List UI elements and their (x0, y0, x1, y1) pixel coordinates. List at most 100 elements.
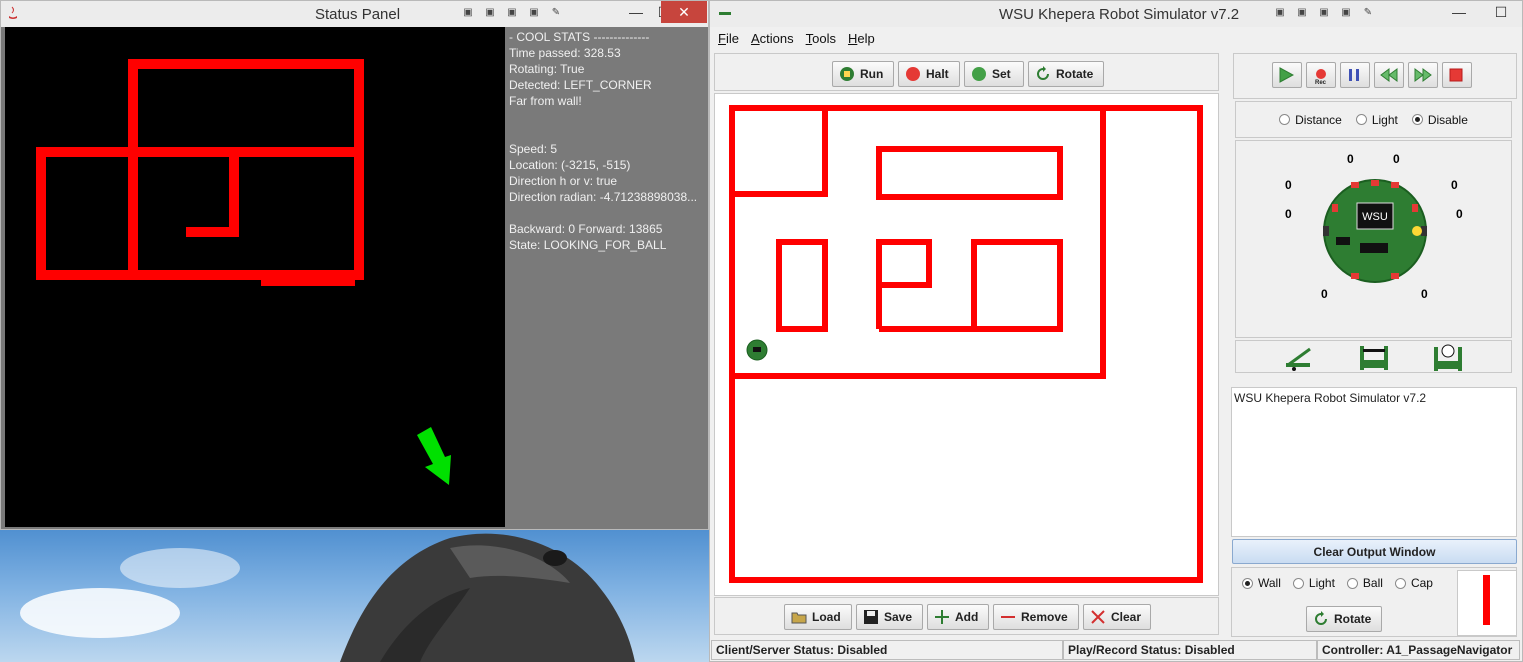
sensor-display-panel: 0 0 0 0 0 0 0 0 WSU (1235, 140, 1512, 338)
minimize-button[interactable]: — (1444, 1, 1474, 23)
stop-button[interactable] (1442, 62, 1472, 88)
play-record-status: Play/Record Status: Disabled (1063, 640, 1317, 660)
radio-wall[interactable]: Wall (1242, 576, 1281, 590)
fast-forward-button[interactable] (1408, 62, 1438, 88)
svg-text:Rec: Rec (1315, 80, 1327, 85)
tile-icon[interactable]: ▣ (1339, 5, 1353, 19)
stats-detected: Detected: LEFT_CORNER (509, 78, 652, 92)
play-icon (1278, 67, 1295, 83)
stats-radian: Direction radian: -4.71238898038... (509, 190, 698, 204)
accessory-panel (1235, 340, 1512, 373)
sensor-reading: 0 (1456, 207, 1463, 221)
rewind-icon (1380, 67, 1398, 83)
sensor-reading: 0 (1451, 178, 1458, 192)
load-label: Load (812, 610, 841, 624)
remove-button[interactable]: Remove (993, 604, 1079, 630)
stats-location: Location: (-3215, -515) (509, 158, 631, 172)
add-button[interactable]: Add (927, 604, 989, 630)
minimize-button[interactable]: — (621, 1, 651, 23)
radio-cap[interactable]: Cap (1394, 576, 1433, 590)
tile-icon[interactable]: ▣ (461, 5, 475, 19)
pause-button[interactable] (1340, 62, 1370, 88)
menu-file[interactable]: File (718, 31, 739, 46)
radio-dot (1346, 577, 1358, 589)
emu-photo (340, 533, 635, 662)
halt-label: Halt (926, 67, 949, 81)
radio-label: Wall (1258, 576, 1281, 590)
tile-icon[interactable]: ▣ (505, 5, 519, 19)
place-rotate-button[interactable]: Rotate (1306, 606, 1382, 632)
add-label: Add (955, 610, 979, 624)
rewind-button[interactable] (1374, 62, 1404, 88)
clear-button[interactable]: Clear (1083, 604, 1151, 630)
tile-icon[interactable]: ▣ (483, 5, 497, 19)
menu-actions[interactable]: Actions (751, 31, 794, 46)
remove-label: Remove (1021, 610, 1068, 624)
save-button[interactable]: Save (856, 604, 923, 630)
output-window[interactable]: WSU Khepera Robot Simulator v7.2 (1231, 387, 1517, 537)
folder-icon (791, 609, 807, 625)
sensor-mode-panel: Distance Light Disable (1235, 101, 1512, 138)
title-tools: ▣ ▣ ▣ ▣ ✎ (1273, 5, 1375, 19)
title-tools: ▣ ▣ ▣ ▣ ✎ (461, 5, 563, 19)
sensor-reading: 0 (1321, 287, 1328, 301)
client-server-status: Client/Server Status: Disabled (711, 640, 1063, 660)
radio-label: Light (1308, 576, 1335, 590)
world-canvas[interactable] (714, 93, 1219, 596)
rotate-label: Rotate (1056, 67, 1094, 81)
clear-output-button[interactable]: Clear Output Window (1232, 539, 1517, 564)
radio-light[interactable]: Light (1355, 112, 1398, 127)
place-mode-group: Wall Light Ball Cap (1242, 576, 1433, 590)
run-label: Run (860, 67, 884, 81)
load-button[interactable]: Load (784, 604, 852, 630)
halt-button[interactable]: Halt (898, 61, 960, 87)
stats-header: - COOL STATS -------------- (509, 30, 650, 44)
maze-walls (729, 105, 1203, 583)
tile-icon[interactable]: ▣ (1273, 5, 1287, 19)
tile-icon[interactable]: ▣ (1317, 5, 1331, 19)
radio-label: Ball (1362, 576, 1383, 590)
menu-help[interactable]: Help (848, 31, 875, 46)
tile-icon[interactable]: ▣ (527, 5, 541, 19)
run-button[interactable]: Run (832, 61, 894, 87)
pause-icon (1346, 67, 1362, 83)
edit-toolbar: Load Save Add Remove Clear (714, 597, 1219, 635)
set-label: Set (992, 67, 1011, 81)
play-button[interactable] (1272, 62, 1302, 88)
rotate-label: Rotate (1334, 612, 1372, 626)
menu-tools[interactable]: Tools (806, 31, 836, 46)
maximize-button[interactable]: ☐ (1486, 1, 1516, 23)
stats-wall: Far from wall! (509, 94, 582, 108)
gripper-icon[interactable] (1357, 344, 1391, 372)
gripper-ball-icon[interactable] (1431, 343, 1465, 372)
rotate-button[interactable]: Rotate (1028, 61, 1104, 87)
radio-dot (1355, 114, 1367, 125)
sensor-reading: 0 (1285, 178, 1292, 192)
stop-icon (1448, 67, 1464, 83)
record-icon: Rec (1312, 67, 1328, 86)
record-button[interactable]: Rec (1306, 62, 1336, 88)
arm-icon[interactable] (1284, 345, 1314, 371)
stats-state: State: LOOKING_FOR_BALL (509, 238, 667, 252)
radio-label: Light (1371, 112, 1398, 127)
pin-icon[interactable]: ✎ (549, 5, 563, 19)
radio-light[interactable]: Light (1292, 576, 1335, 590)
wall-preview-bar (1483, 575, 1490, 625)
sensor-reading: 0 (1347, 152, 1354, 166)
radio-disable[interactable]: Disable (1411, 113, 1468, 127)
stats-rotating: Rotating: True (509, 62, 585, 76)
close-button[interactable]: ✕ (661, 1, 707, 23)
radio-ball[interactable]: Ball (1346, 576, 1383, 590)
simulator-window: WSU Khepera Robot Simulator v7.2 ▣ ▣ ▣ ▣… (709, 0, 1523, 662)
playback-panel: Rec (1233, 53, 1517, 99)
java-icon (7, 6, 19, 20)
sensor-reading: 0 (1421, 287, 1428, 301)
set-button[interactable]: Set (964, 61, 1024, 87)
tile-icon[interactable]: ▣ (1295, 5, 1309, 19)
simulator-titlebar: WSU Khepera Robot Simulator v7.2 ▣ ▣ ▣ ▣… (710, 1, 1522, 27)
pin-icon[interactable]: ✎ (1361, 5, 1375, 19)
robot-icon (839, 66, 855, 82)
radio-distance[interactable]: Distance (1279, 113, 1342, 127)
robot-marker (746, 339, 768, 361)
green-circle-icon (971, 66, 987, 82)
